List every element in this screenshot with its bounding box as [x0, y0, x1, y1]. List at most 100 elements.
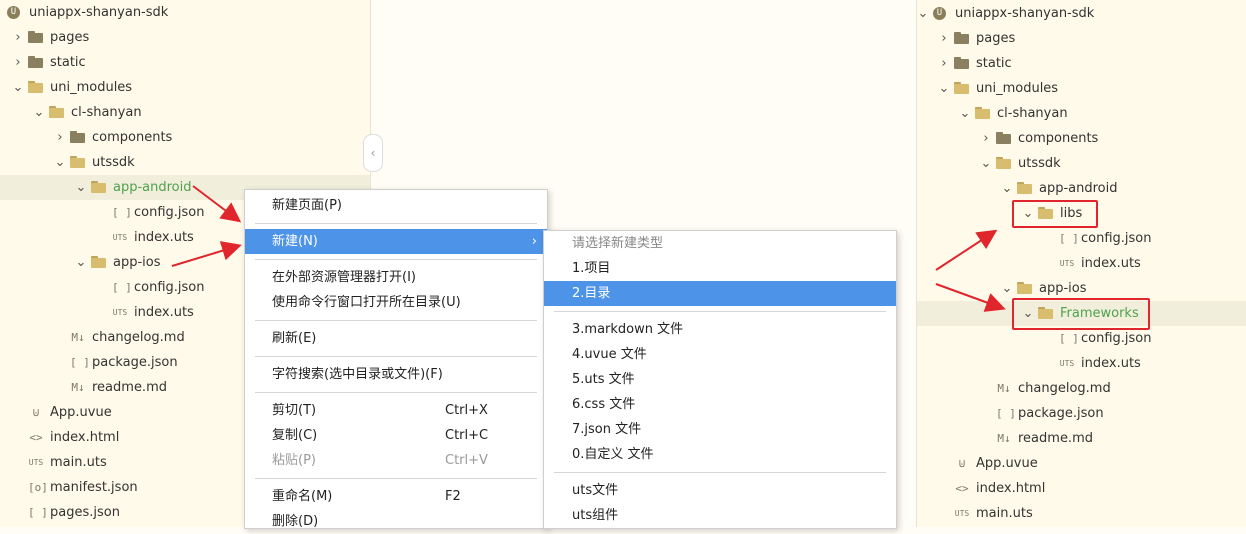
shortcut-label: F2	[445, 489, 461, 504]
submenu-item-uts-component[interactable]: uts组件	[544, 503, 896, 528]
tree-item-label: components	[92, 130, 173, 145]
menu-item-open-in-terminal[interactable]: 使用命令行窗口打开所在目录(U)	[245, 290, 547, 315]
tree-item-label: package.json	[1018, 406, 1104, 421]
menu-item-copy[interactable]: 复制(C) Ctrl+C	[245, 423, 547, 448]
folder-icon	[28, 30, 44, 44]
submenu-item-json[interactable]: 7.json 文件	[544, 417, 896, 442]
submenu-item-markdown[interactable]: 3.markdown 文件	[544, 317, 896, 342]
tree-item[interactable]: M↓ changelog.md	[917, 376, 1246, 401]
tree-item-label: index.html	[50, 430, 120, 445]
html-file-icon: <>	[29, 431, 43, 444]
shortcut-label: Ctrl+X	[445, 403, 488, 418]
tree-item[interactable]: ⌄ utssdk	[917, 151, 1246, 176]
tree-item[interactable]: ⌄ Uuniappx-shanyan-sdk	[917, 1, 1246, 26]
menu-item-cut[interactable]: 剪切(T) Ctrl+X	[245, 398, 547, 423]
tree-item[interactable]: › pages	[0, 25, 370, 50]
chevron-right-icon[interactable]: ›	[938, 26, 950, 51]
tree-item[interactable]: Uuniappx-shanyan-sdk	[0, 0, 370, 25]
chevron-down-icon[interactable]: ⌄	[75, 175, 87, 200]
menu-item-label: 剪切(T)	[272, 403, 317, 418]
tree-item[interactable]: UTS index.uts	[917, 351, 1246, 376]
menu-item-rename[interactable]: 重命名(M) F2	[245, 484, 547, 509]
tree-item[interactable]: › components	[917, 126, 1246, 151]
chevron-down-icon[interactable]: ⌄	[33, 100, 45, 125]
tree-item-label: changelog.md	[1018, 381, 1111, 396]
submenu-item-custom[interactable]: 0.自定义 文件	[544, 442, 896, 467]
submenu-item-uts-file[interactable]: uts文件	[544, 478, 896, 503]
chevron-down-icon[interactable]: ⌄	[938, 76, 950, 101]
tree-item[interactable]: UTS index.uts	[917, 251, 1246, 276]
libs-highlight-box	[1012, 200, 1098, 228]
chevron-down-icon[interactable]: ⌄	[959, 101, 971, 126]
uts-file-icon: UTS	[112, 308, 128, 317]
project-icon: U	[933, 7, 946, 20]
tree-item[interactable]: › static	[0, 50, 370, 75]
menu-item-label: 粘贴(P)	[272, 453, 316, 468]
tree-item[interactable]: ⌄ cl-shanyan	[917, 101, 1246, 126]
tree-item[interactable]: <> index.html	[917, 476, 1246, 501]
tree-item[interactable]: ⌄ uni_modules	[917, 76, 1246, 101]
json-file-icon: [ ]	[996, 407, 1016, 420]
tree-item[interactable]: ⌄ cl-shanyan	[0, 100, 370, 125]
tree-item-label: main.uts	[976, 506, 1033, 521]
folder-open-icon	[91, 255, 107, 269]
submenu-item-uts[interactable]: 5.uts 文件	[544, 367, 896, 392]
vue-file-icon: ⊍	[958, 457, 966, 470]
tree-item-label: uni_modules	[976, 81, 1059, 96]
new-submenu: 请选择新建类型 1.项目 2.目录 3.markdown 文件 4.uvue 文…	[543, 230, 897, 529]
json-file-icon: [ ]	[112, 281, 132, 294]
folder-open-icon	[28, 80, 44, 94]
submenu-header: 请选择新建类型	[572, 236, 664, 251]
menu-separator	[255, 392, 537, 393]
tree-item[interactable]: ⌄ uni_modules	[0, 75, 370, 100]
menu-item-new[interactable]: 新建(N) ›	[245, 229, 547, 254]
json-file-icon: [ ]	[70, 356, 90, 369]
tree-item[interactable]: UTS main.uts	[917, 501, 1246, 526]
tree-item[interactable]: ⌄ app-android	[917, 176, 1246, 201]
chevron-right-icon[interactable]: ›	[12, 25, 24, 50]
tree-item[interactable]: M↓ readme.md	[917, 426, 1246, 451]
tree-item-label: uniappx-shanyan-sdk	[29, 5, 169, 20]
tree-item[interactable]: [ ] package.json	[917, 401, 1246, 426]
tree-item[interactable]: › static	[917, 51, 1246, 76]
tree-item[interactable]: ⊍ App.uvue	[917, 451, 1246, 476]
chevron-down-icon[interactable]: ⌄	[980, 151, 992, 176]
tree-item[interactable]: › components	[0, 125, 370, 150]
uts-file-icon: UTS	[28, 458, 44, 467]
submenu-item-directory[interactable]: 2.目录	[544, 281, 896, 306]
menu-item-refresh[interactable]: 刷新(E)	[245, 326, 547, 351]
tree-item-label: config.json	[134, 280, 205, 295]
submenu-item-uvue[interactable]: 4.uvue 文件	[544, 342, 896, 367]
menu-item-open-in-explorer[interactable]: 在外部资源管理器打开(I)	[245, 265, 547, 290]
menu-separator	[255, 356, 537, 357]
tree-item-label: index.uts	[1081, 356, 1141, 371]
menu-item-search-text[interactable]: 字符搜索(选中目录或文件)(F)	[245, 362, 547, 387]
tree-item-label: static	[50, 55, 86, 70]
tree-item-label: index.html	[976, 481, 1046, 496]
submenu-item-css[interactable]: 6.css 文件	[544, 392, 896, 417]
menu-item-delete[interactable]: 删除(D)	[245, 509, 547, 534]
submenu-item-project[interactable]: 1.项目	[544, 256, 896, 281]
tree-item-label: pages	[976, 31, 1016, 46]
folder-open-icon	[1017, 181, 1033, 195]
chevron-right-icon[interactable]: ›	[980, 126, 992, 151]
frameworks-highlight-box	[1012, 298, 1150, 330]
json-file-icon: [ ]	[1059, 232, 1079, 245]
chevron-down-icon[interactable]: ⌄	[917, 1, 929, 26]
chevron-down-icon[interactable]: ⌄	[1001, 176, 1013, 201]
chevron-right-icon[interactable]: ›	[938, 51, 950, 76]
menu-separator	[554, 311, 886, 312]
tree-item[interactable]: ⌄ utssdk	[0, 150, 370, 175]
chevron-right-icon[interactable]: ›	[12, 50, 24, 75]
menu-item-new-page[interactable]: 新建页面(P)	[245, 193, 547, 218]
tree-item-label: index.uts	[1081, 256, 1141, 271]
folder-icon	[954, 31, 970, 45]
tree-item[interactable]: [ ] config.json	[917, 226, 1246, 251]
chevron-down-icon[interactable]: ⌄	[1001, 276, 1013, 301]
chevron-down-icon[interactable]: ⌄	[12, 75, 24, 100]
chevron-right-icon[interactable]: ›	[54, 125, 66, 150]
chevron-down-icon[interactable]: ⌄	[75, 250, 87, 275]
collapse-sidebar-handle[interactable]: ‹	[363, 134, 383, 172]
chevron-down-icon[interactable]: ⌄	[54, 150, 66, 175]
tree-item[interactable]: › pages	[917, 26, 1246, 51]
